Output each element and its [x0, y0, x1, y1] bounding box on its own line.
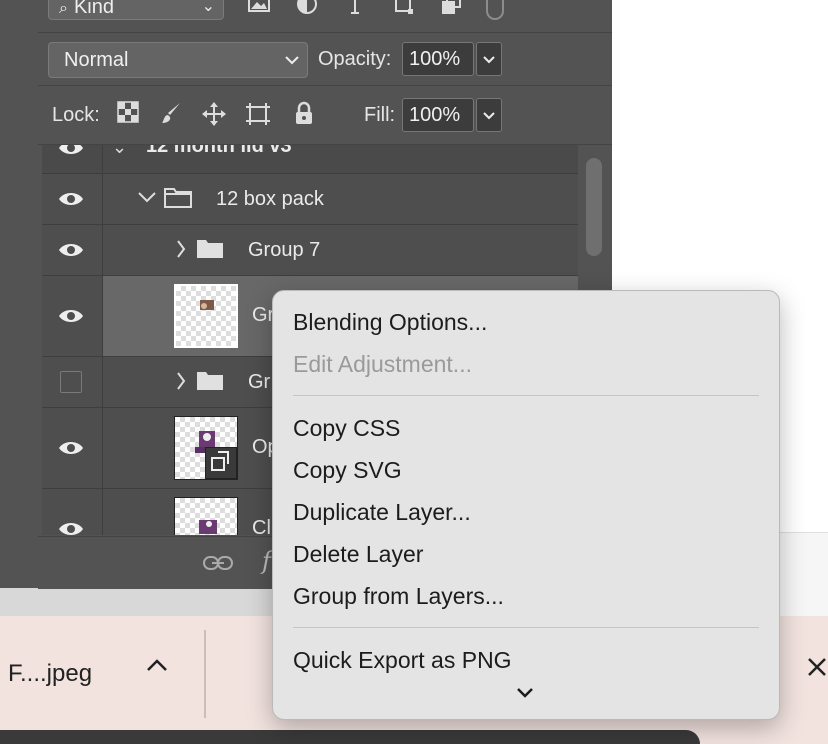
menu-item-edit-adjustment: Edit Adjustment...	[293, 351, 472, 377]
search-icon: ⌕	[59, 0, 68, 17]
lock-transparent-pixels-icon[interactable]	[114, 101, 142, 129]
opacity-input[interactable]: 100%	[402, 42, 474, 76]
layer-filter-row: ⌕ Kind ⌄	[38, 0, 612, 33]
visibility-cell[interactable]	[42, 225, 103, 275]
menu-item-blending-options[interactable]: Blending Options...	[293, 309, 487, 336]
folder-icon	[197, 372, 223, 390]
layer-row[interactable]: ⌄ 12 month lid v3	[42, 145, 578, 174]
chevron-up-icon[interactable]	[146, 658, 168, 672]
visibility-cell[interactable]	[42, 276, 103, 356]
fill-input[interactable]: 100%	[402, 98, 474, 132]
eye-icon[interactable]	[58, 145, 84, 158]
eye-icon[interactable]	[58, 306, 84, 326]
chevron-down-icon	[483, 112, 495, 120]
layers-scrollbar[interactable]	[586, 158, 602, 256]
eye-icon[interactable]	[58, 438, 84, 458]
menu-separator	[293, 627, 759, 628]
layer-row[interactable]: Group 7	[42, 225, 578, 276]
menu-separator	[293, 395, 759, 396]
shape-filter-icon[interactable]	[390, 0, 416, 18]
chevron-down-icon[interactable]: ⌄	[112, 145, 127, 158]
blend-row: Normal Opacity: 100%	[38, 33, 612, 86]
lock-artboard-icon[interactable]	[244, 101, 272, 129]
lock-image-pixels-icon[interactable]	[158, 101, 186, 129]
menu-item-quick-export-png[interactable]: Quick Export as PNG	[293, 647, 512, 674]
type-filter-icon[interactable]	[342, 0, 368, 18]
fill-label: Fill:	[364, 104, 396, 126]
character-thumbnail-icon	[199, 520, 217, 534]
chevron-right-icon[interactable]	[176, 372, 186, 390]
opacity-dropdown-button[interactable]	[476, 42, 502, 76]
eye-icon[interactable]	[58, 240, 84, 260]
layer-thumbnail[interactable]	[174, 497, 238, 535]
download-divider	[204, 630, 206, 718]
os-bottom-edge	[0, 730, 700, 744]
menu-item-copy-css[interactable]: Copy CSS	[293, 415, 400, 442]
eye-icon[interactable]	[58, 189, 84, 209]
fill-dropdown-button[interactable]	[476, 98, 502, 132]
layer-thumbnail[interactable]	[174, 416, 238, 480]
lock-position-icon[interactable]	[200, 101, 228, 129]
visibility-cell[interactable]	[42, 489, 103, 535]
layer-name: 12 month lid v3	[146, 145, 292, 157]
artwork-thumbnail-icon	[200, 300, 214, 310]
layer-name: Gr	[248, 371, 271, 393]
lock-row: Lock: Fill: 100%	[38, 86, 612, 145]
lock-all-icon[interactable]	[290, 101, 318, 129]
chevron-down-icon: ⌄	[201, 0, 215, 15]
chevron-down-icon	[483, 56, 495, 64]
visibility-cell[interactable]	[42, 174, 103, 224]
layer-name: Gr	[252, 304, 275, 326]
layer-context-menu: Blending Options... Edit Adjustment... C…	[272, 290, 780, 720]
blend-mode-value: Normal	[64, 49, 129, 71]
chevron-down-icon[interactable]	[515, 685, 535, 701]
folder-icon	[197, 240, 223, 258]
menu-item-group-from-layers[interactable]: Group from Layers...	[293, 583, 504, 610]
blend-mode-select[interactable]: Normal	[48, 42, 308, 78]
download-file-name[interactable]: F....jpeg	[8, 660, 92, 688]
smart-object-badge-icon	[205, 447, 237, 479]
smart-object-filter-icon[interactable]	[438, 0, 464, 18]
visibility-cell[interactable]	[42, 357, 103, 407]
chevron-right-icon[interactable]	[176, 240, 186, 258]
layer-thumbnail[interactable]	[174, 284, 238, 348]
opacity-label: Opacity:	[318, 48, 392, 70]
menu-item-duplicate-layer[interactable]: Duplicate Layer...	[293, 499, 471, 526]
kind-filter-select[interactable]: ⌕ Kind ⌄	[48, 0, 224, 20]
menu-item-copy-svg[interactable]: Copy SVG	[293, 457, 402, 484]
eye-icon[interactable]	[58, 519, 84, 535]
visibility-cell[interactable]	[42, 145, 103, 173]
lock-label: Lock:	[52, 104, 100, 126]
kind-filter-label: Kind	[73, 0, 114, 18]
close-icon[interactable]	[806, 656, 828, 678]
visibility-cell[interactable]	[42, 408, 103, 488]
adjustment-filter-icon[interactable]	[294, 0, 320, 18]
layer-name: 12 box pack	[216, 188, 324, 210]
link-layers-icon[interactable]	[202, 553, 234, 573]
pixel-filter-icon[interactable]	[246, 0, 272, 18]
layer-name: Cl	[252, 517, 271, 535]
layer-row[interactable]: 12 box pack	[42, 174, 578, 225]
filter-toggle-switch[interactable]	[486, 0, 504, 20]
folder-icon	[164, 188, 192, 208]
menu-item-delete-layer[interactable]: Delete Layer	[293, 541, 423, 568]
panel-dock-strip	[0, 0, 40, 588]
chevron-down-icon	[285, 56, 299, 65]
layer-name: Group 7	[248, 239, 321, 261]
fx-icon[interactable]: f	[262, 547, 271, 575]
visibility-checkbox[interactable]	[60, 371, 82, 393]
chevron-down-icon[interactable]	[138, 191, 156, 203]
